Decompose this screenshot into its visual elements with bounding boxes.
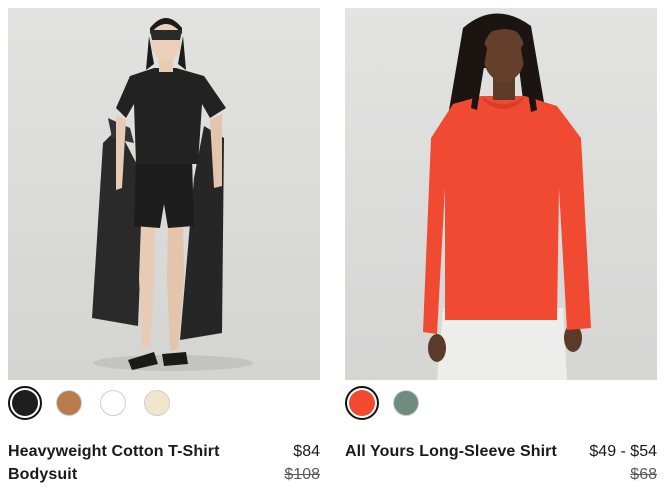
product-photo-long-sleeve: [423, 13, 591, 380]
product-photo-bodysuit: [92, 18, 253, 371]
product-name-link[interactable]: Heavyweight Cotton T-Shirt Bodysuit: [8, 440, 228, 486]
swatch-dot: [56, 390, 82, 416]
swatch-coral[interactable]: [345, 386, 379, 420]
swatch-cream[interactable]: [140, 386, 174, 420]
product-name-link[interactable]: All Yours Long-Sleeve Shirt: [345, 440, 565, 463]
swatch-black[interactable]: [8, 386, 42, 420]
product-card[interactable]: All Yours Long-Sleeve Shirt $49 - $54 $6…: [345, 8, 657, 483]
swatch-dot: [144, 390, 170, 416]
product-image[interactable]: [8, 8, 320, 380]
product-card[interactable]: Heavyweight Cotton T-Shirt Bodysuit $84 …: [8, 8, 320, 483]
product-image[interactable]: [345, 8, 657, 380]
product-original-price: $108: [284, 466, 320, 483]
product-price: $49 - $54: [589, 443, 657, 460]
swatch-sage-green[interactable]: [389, 386, 423, 420]
swatch-dot: [393, 390, 419, 416]
swatch-brown[interactable]: [52, 386, 86, 420]
swatch-dot: [100, 390, 126, 416]
product-original-price: $68: [630, 466, 657, 483]
color-swatches: [8, 386, 174, 420]
swatch-white[interactable]: [96, 386, 130, 420]
product-price: $84: [293, 443, 320, 460]
swatch-dot: [349, 390, 375, 416]
swatch-dot: [12, 390, 38, 416]
color-swatches: [345, 386, 423, 420]
